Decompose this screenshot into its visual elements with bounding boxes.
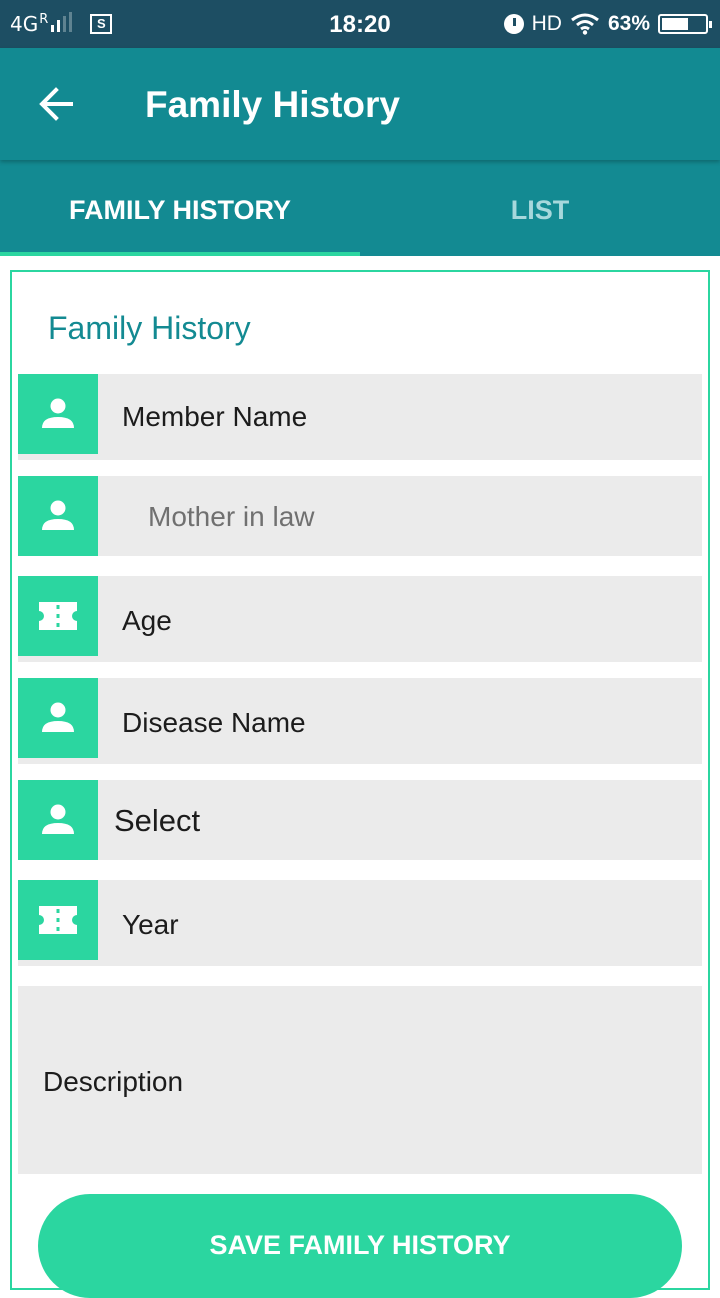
select-value: Select bbox=[114, 803, 201, 838]
relation-value: Mother in law bbox=[148, 501, 315, 532]
tab-family-history[interactable]: FAMILY HISTORY bbox=[0, 160, 360, 256]
status-bar-right: HD 63% bbox=[503, 0, 712, 48]
person-icon bbox=[18, 780, 98, 860]
member-name-placeholder: Member Name bbox=[122, 401, 308, 432]
hd-indicator: HD bbox=[531, 12, 562, 35]
tab-indicator bbox=[0, 252, 360, 256]
ticket-icon bbox=[18, 880, 98, 960]
alarm-icon bbox=[503, 14, 524, 34]
member-name-field[interactable]: Member Name bbox=[18, 374, 702, 460]
disease-name-field[interactable]: Disease Name bbox=[18, 678, 702, 764]
form-title: Family History bbox=[48, 310, 251, 346]
page-title: Family History bbox=[145, 84, 400, 125]
wifi-icon bbox=[571, 13, 599, 35]
tab-list[interactable]: LIST bbox=[360, 160, 720, 256]
year-field[interactable]: Year bbox=[18, 880, 702, 966]
save-family-history-button[interactable]: SAVE FAMILY HISTORY bbox=[38, 1194, 682, 1298]
person-icon bbox=[18, 374, 98, 454]
app-bar: Family History bbox=[0, 48, 720, 160]
ticket-icon bbox=[18, 576, 98, 656]
description-field[interactable]: Description bbox=[18, 986, 702, 1174]
age-field[interactable]: Age bbox=[18, 576, 702, 662]
status-bar: 4G R S 18:20 HD 63% bbox=[0, 0, 720, 48]
battery-percent: 63% bbox=[607, 12, 650, 35]
year-placeholder: Year bbox=[122, 909, 179, 940]
battery-icon bbox=[658, 14, 712, 34]
relation-spinner[interactable]: Mother in law bbox=[18, 476, 702, 556]
description-placeholder: Description bbox=[43, 1066, 184, 1097]
arrow-back-icon bbox=[39, 87, 73, 121]
back-button[interactable] bbox=[28, 76, 84, 132]
person-icon bbox=[18, 678, 98, 758]
family-history-form: Family History Member Name Mother in law… bbox=[10, 270, 710, 1298]
age-placeholder: Age bbox=[122, 605, 172, 636]
tab-bar: FAMILY HISTORY LIST bbox=[0, 160, 720, 256]
select-spinner[interactable]: Select bbox=[18, 780, 702, 860]
disease-name-placeholder: Disease Name bbox=[122, 707, 306, 738]
person-icon bbox=[18, 476, 98, 556]
